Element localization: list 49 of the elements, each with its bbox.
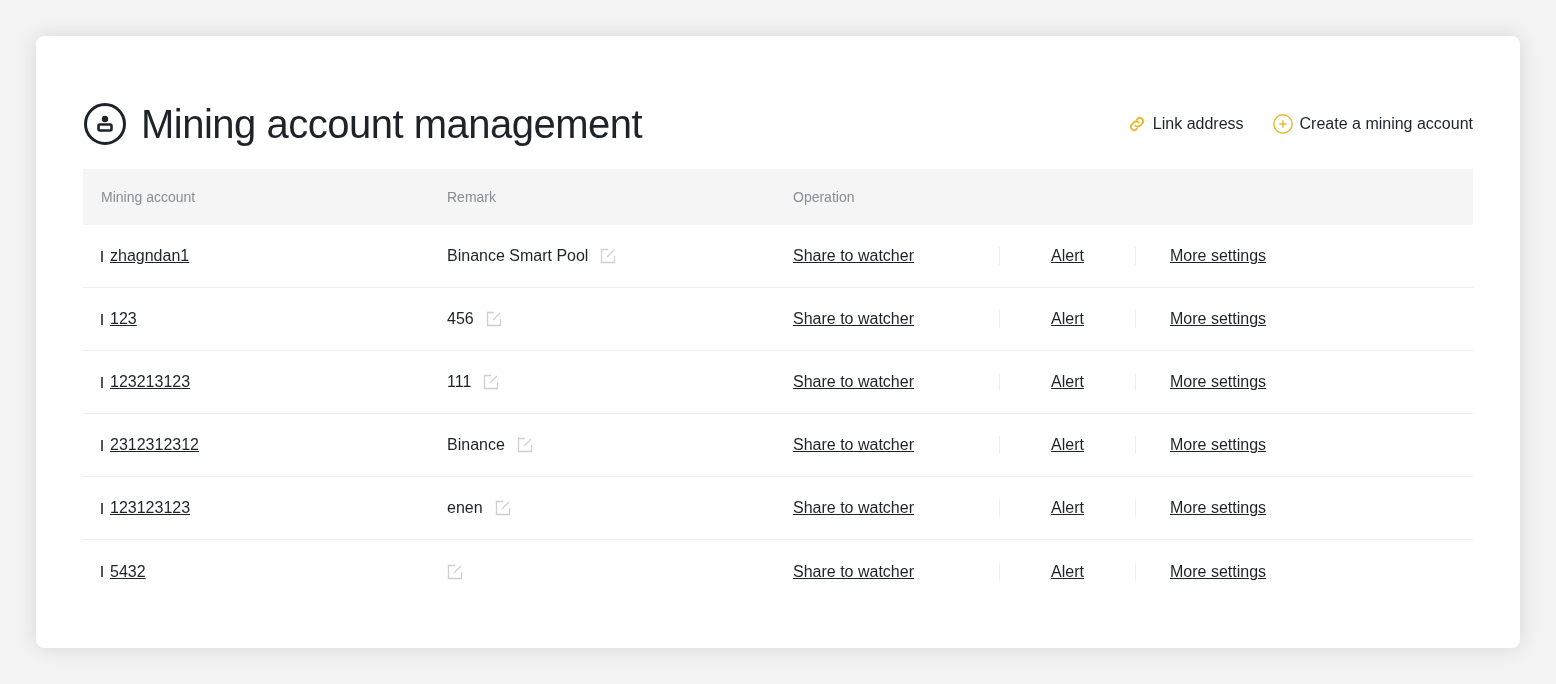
operation-link[interactable]: More settings bbox=[1170, 433, 1267, 457]
account-link[interactable]: 123213123 bbox=[110, 370, 191, 394]
operation-link[interactable]: Share to watcher bbox=[793, 496, 914, 520]
operation-link[interactable]: Alert bbox=[1051, 307, 1084, 331]
edit-icon[interactable] bbox=[485, 311, 502, 327]
operation-link[interactable]: More settings bbox=[1170, 496, 1267, 520]
operation-link[interactable]: Share to watcher bbox=[793, 307, 914, 331]
link-address-button[interactable]: Link address bbox=[1126, 112, 1244, 136]
operation-link[interactable]: Alert bbox=[1051, 244, 1084, 268]
remark-text: Binance bbox=[447, 435, 505, 455]
column-header: Mining account bbox=[101, 187, 197, 207]
edit-icon[interactable] bbox=[600, 248, 617, 264]
operation-link[interactable]: Alert bbox=[1051, 496, 1084, 520]
remark-text: 456 bbox=[447, 309, 474, 329]
operation-link[interactable]: Share to watcher bbox=[793, 244, 914, 268]
row-marker bbox=[101, 439, 103, 451]
operation-link[interactable]: Alert bbox=[1051, 433, 1084, 457]
operation-link[interactable]: Share to watcher bbox=[793, 559, 914, 584]
plus-circle-icon bbox=[1271, 113, 1294, 135]
create-account-button[interactable]: Create a mining account bbox=[1271, 112, 1473, 136]
operation-link[interactable]: More settings bbox=[1170, 244, 1267, 268]
operation-link[interactable]: Share to watcher bbox=[793, 370, 914, 394]
operation-link[interactable]: Alert bbox=[1051, 559, 1084, 584]
remark-text: 111 bbox=[447, 372, 472, 392]
user-circle-icon bbox=[83, 102, 127, 146]
row-marker bbox=[101, 566, 103, 577]
column-header: Operation bbox=[793, 187, 856, 207]
operation-link[interactable]: More settings bbox=[1170, 307, 1267, 331]
operation-link[interactable]: More settings bbox=[1170, 559, 1267, 584]
account-link[interactable]: 5432 bbox=[110, 559, 146, 584]
page-title: Mining account management bbox=[141, 101, 643, 148]
account-link[interactable]: 123 bbox=[110, 307, 137, 331]
operation-link[interactable]: More settings bbox=[1170, 370, 1267, 394]
edit-icon[interactable] bbox=[447, 563, 463, 580]
column-header: Remark bbox=[447, 187, 497, 207]
edit-icon[interactable] bbox=[516, 437, 533, 453]
account-link[interactable]: zhagndan1 bbox=[110, 244, 190, 268]
operation-link[interactable]: Alert bbox=[1051, 370, 1084, 394]
remark-text: Binance Smart Pool bbox=[447, 246, 589, 266]
row-marker bbox=[101, 502, 103, 514]
account-link[interactable]: 123123123 bbox=[110, 496, 191, 520]
account-link[interactable]: 2312312312 bbox=[110, 433, 199, 457]
edit-icon[interactable] bbox=[494, 500, 511, 516]
row-marker bbox=[101, 376, 103, 388]
row-marker bbox=[101, 313, 103, 325]
operation-link[interactable]: Share to watcher bbox=[793, 433, 914, 457]
remark-text: enen bbox=[447, 498, 483, 518]
row-marker bbox=[101, 250, 103, 262]
edit-icon[interactable] bbox=[483, 374, 500, 390]
